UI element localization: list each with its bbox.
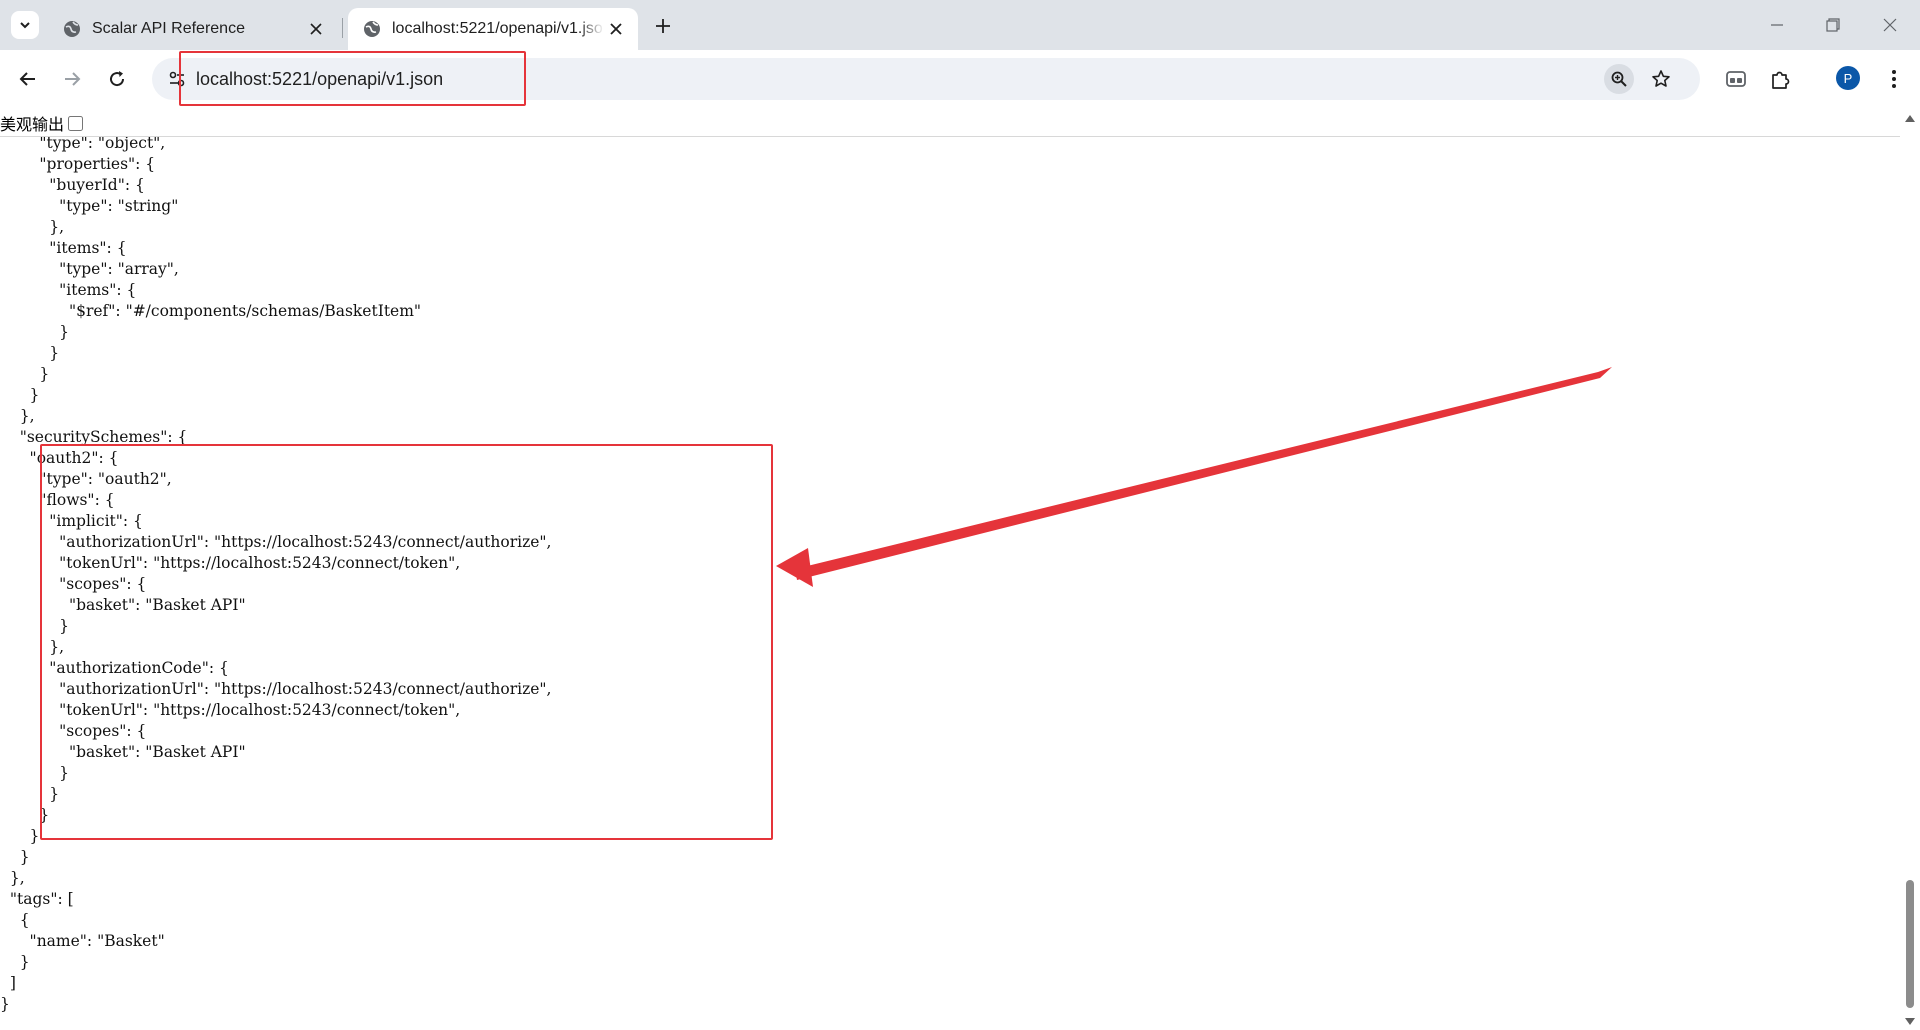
back-arrow-icon bbox=[19, 72, 35, 86]
zoom-icon bbox=[1611, 71, 1627, 87]
tab-title: Scalar API Reference bbox=[92, 20, 245, 37]
zoom-button[interactable] bbox=[1604, 64, 1634, 94]
bookmark-button[interactable] bbox=[1646, 64, 1676, 94]
forward-button[interactable] bbox=[57, 64, 87, 94]
close-window-button[interactable] bbox=[1877, 12, 1903, 38]
reload-icon bbox=[110, 71, 125, 87]
new-tab-button[interactable] bbox=[650, 13, 676, 39]
scroll-thumb[interactable] bbox=[1906, 880, 1914, 1008]
back-button[interactable] bbox=[13, 64, 43, 94]
tab-title: localhost:5221/openapi/v1.json bbox=[392, 20, 604, 37]
globe-icon bbox=[362, 19, 382, 39]
url-highlight-box bbox=[179, 51, 526, 106]
tab-search-button[interactable] bbox=[11, 11, 39, 39]
extensions-button[interactable] bbox=[1766, 64, 1796, 94]
forward-arrow-icon bbox=[65, 72, 81, 86]
restore-icon bbox=[1826, 18, 1840, 32]
extensions-icon bbox=[1772, 71, 1790, 89]
profile-avatar[interactable]: P bbox=[1836, 66, 1860, 90]
tab-search-icon bbox=[20, 22, 30, 29]
pretty-print-label: 美观输出 bbox=[0, 117, 65, 134]
reload-button[interactable] bbox=[102, 64, 132, 94]
scroll-up-arrow-icon[interactable] bbox=[1904, 112, 1916, 124]
security-schemes-highlight-box bbox=[40, 444, 773, 840]
close-icon bbox=[1883, 18, 1897, 32]
close-icon bbox=[610, 23, 622, 35]
scroll-down-arrow-icon[interactable] bbox=[1904, 1016, 1916, 1028]
tab-strip: Scalar API Reference localhost:5221/open… bbox=[0, 0, 1920, 50]
tab-openapi-json[interactable]: localhost:5221/openapi/v1.json bbox=[348, 8, 638, 50]
more-vert-icon bbox=[1892, 70, 1896, 88]
star-icon bbox=[1652, 70, 1670, 87]
close-tab-button[interactable] bbox=[604, 17, 628, 41]
plus-icon bbox=[656, 19, 670, 33]
vertical-scrollbar[interactable] bbox=[1900, 110, 1920, 1030]
tab-scalar-api-reference[interactable]: Scalar API Reference bbox=[48, 8, 338, 50]
pretty-print-checkbox[interactable] bbox=[68, 115, 84, 131]
pretty-print-bar: 美观输出 bbox=[0, 110, 1900, 137]
media-icon bbox=[1726, 71, 1746, 87]
tab-divider bbox=[342, 18, 343, 38]
more-menu-button[interactable] bbox=[1879, 64, 1909, 94]
close-tab-button[interactable] bbox=[304, 17, 328, 41]
close-icon bbox=[310, 23, 322, 35]
minimize-button[interactable] bbox=[1764, 12, 1790, 38]
media-button[interactable] bbox=[1721, 64, 1751, 94]
globe-icon bbox=[62, 19, 82, 39]
minimize-icon bbox=[1771, 24, 1783, 26]
restore-button[interactable] bbox=[1820, 12, 1846, 38]
